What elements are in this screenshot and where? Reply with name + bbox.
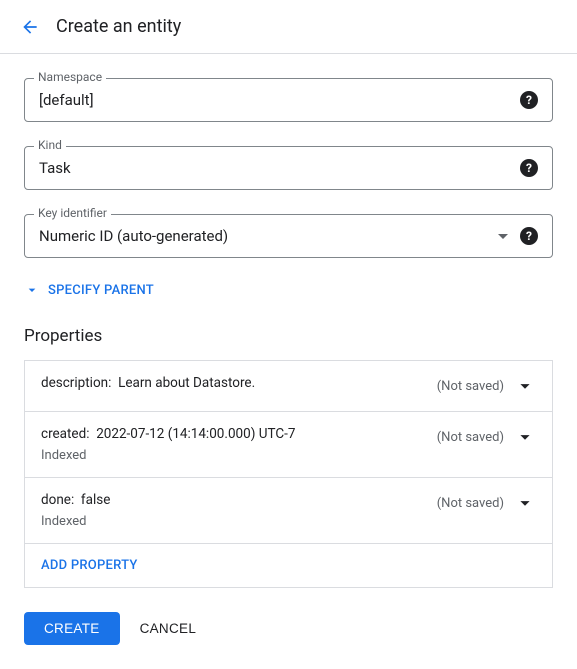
expand-chevron-icon[interactable] — [514, 375, 536, 397]
property-name: description — [41, 375, 108, 391]
expand-chevron-icon[interactable] — [514, 426, 536, 448]
cancel-button[interactable]: CANCEL — [140, 621, 197, 636]
namespace-field-wrap: Namespace [default] ? — [24, 78, 553, 122]
help-icon[interactable]: ? — [520, 91, 538, 109]
properties-title: Properties — [24, 326, 553, 346]
key-identifier-label: Key identifier — [34, 206, 111, 220]
property-value: false — [81, 492, 110, 508]
property-value: 2022-07-12 (14:14:00.000) UTC-7 — [96, 426, 295, 442]
specify-parent-toggle[interactable]: SPECIFY PARENT — [24, 282, 154, 298]
not-saved-label: (Not saved) — [437, 430, 504, 445]
not-saved-label: (Not saved) — [437, 379, 504, 394]
property-line: done: false — [41, 492, 437, 508]
namespace-value: [default] — [39, 91, 520, 109]
kind-value: Task — [39, 159, 520, 177]
create-button[interactable]: CREATE — [24, 612, 120, 645]
kind-label: Kind — [34, 138, 66, 152]
property-indexed-label: Indexed — [41, 514, 437, 529]
page-header: Create an entity — [0, 0, 577, 54]
property-row[interactable]: created: 2022-07-12 (14:14:00.000) UTC-7… — [25, 412, 552, 478]
key-identifier-select[interactable]: Numeric ID (auto-generated) ? — [24, 214, 553, 258]
add-property-button[interactable]: ADD PROPERTY — [25, 544, 552, 587]
content-area: Namespace [default] ? Kind Task ? Key id… — [0, 54, 577, 669]
kind-input[interactable]: Task ? — [24, 146, 553, 190]
help-icon[interactable]: ? — [520, 227, 538, 245]
properties-list: description: Learn about Datastore. (Not… — [24, 360, 553, 588]
property-line: created: 2022-07-12 (14:14:00.000) UTC-7 — [41, 426, 437, 442]
property-name: created — [41, 426, 86, 442]
specify-parent-label: SPECIFY PARENT — [48, 283, 154, 298]
property-value: Learn about Datastore. — [118, 375, 255, 391]
action-bar: CREATE CANCEL — [24, 612, 553, 645]
key-identifier-field-wrap: Key identifier Numeric ID (auto-generate… — [24, 214, 553, 258]
property-name: done — [41, 492, 71, 508]
namespace-input[interactable]: [default] ? — [24, 78, 553, 122]
property-indexed-label: Indexed — [41, 448, 437, 463]
key-identifier-value: Numeric ID (auto-generated) — [39, 227, 498, 245]
kind-field-wrap: Kind Task ? — [24, 146, 553, 190]
back-arrow-icon[interactable] — [20, 17, 40, 37]
namespace-label: Namespace — [34, 70, 106, 84]
help-icon[interactable]: ? — [520, 159, 538, 177]
page-title: Create an entity — [56, 16, 181, 37]
property-line: description: Learn about Datastore. — [41, 375, 437, 391]
expand-chevron-icon[interactable] — [514, 492, 536, 514]
not-saved-label: (Not saved) — [437, 496, 504, 511]
property-row[interactable]: done: false Indexed (Not saved) — [25, 478, 552, 544]
dropdown-caret-icon — [498, 234, 508, 239]
chevron-down-icon — [24, 282, 40, 298]
property-row[interactable]: description: Learn about Datastore. (Not… — [25, 361, 552, 412]
